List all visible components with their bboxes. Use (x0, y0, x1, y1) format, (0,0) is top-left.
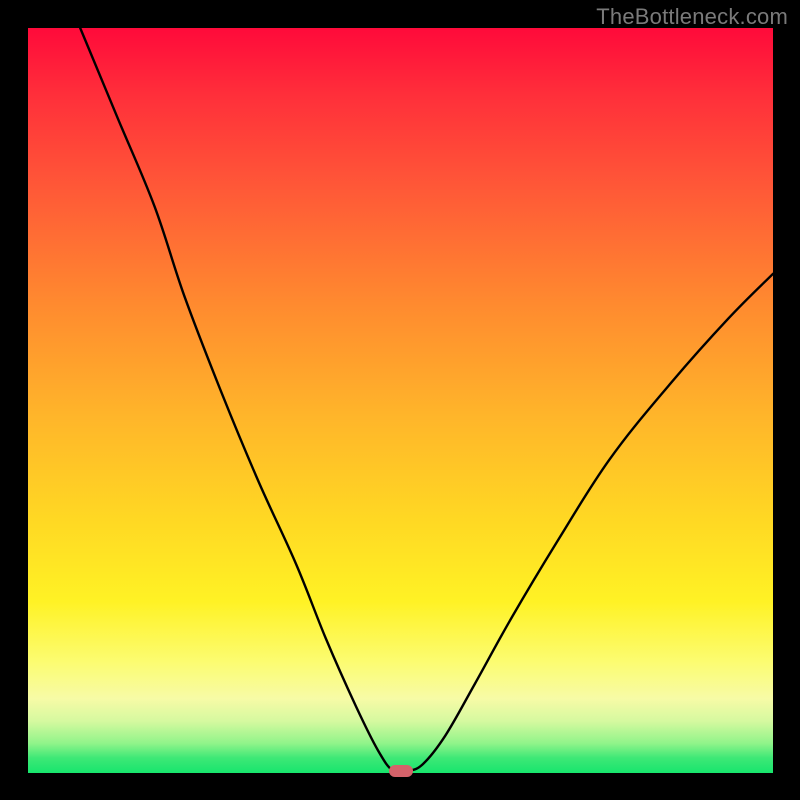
minimum-marker (389, 765, 413, 777)
watermark-text: TheBottleneck.com (596, 4, 788, 30)
chart-frame: TheBottleneck.com (0, 0, 800, 800)
bottleneck-curve (28, 28, 773, 773)
chart-plot-area (28, 28, 773, 773)
